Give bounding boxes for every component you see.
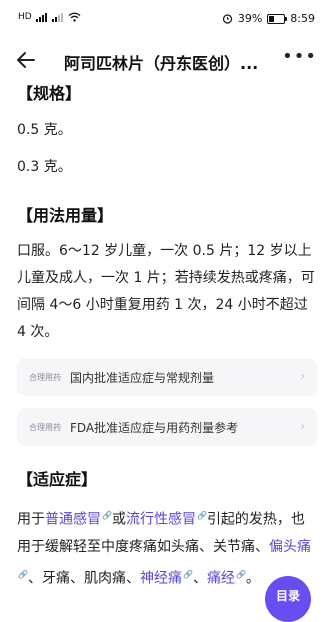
reference-card-fda[interactable]: 合理用药 FDA批准适应症与用药剂量参考 › [17,408,317,446]
reference-card-label: 国内批准适应症与常规剂量 [70,370,215,385]
link-common-cold[interactable]: 普通感冒 [45,512,101,528]
network-label: HD [18,12,32,22]
battery-fill [269,15,275,22]
section-title-indications: 【适应症】 [17,470,98,489]
indications-text-part: 用于 [17,511,45,528]
reference-card-label: FDA批准适应症与用药剂量参考 [70,420,239,435]
chevron-right-icon: › [300,419,305,433]
title-bar: 阿司匹林片（丹东医创）... ••• [0,40,331,82]
dosage-text: 口服。6～12 岁儿童，一次 0.5 片；12 岁以上儿童及成人，一次 1 片；… [17,243,315,340]
section-title-spec: 【规格】 [17,84,82,103]
chevron-right-icon: › [300,369,305,383]
link-icon: 🔗 [102,511,112,520]
dosage-section: 【用法用量】 口服。6～12 岁儿童，一次 0.5 片；12 岁以上儿童及成人，… [17,204,317,446]
rational-use-tag: 合理用药 [29,372,61,382]
link-dysmenorrhea[interactable]: 痛经 [207,570,235,586]
link-influenza[interactable]: 流行性感冒 [126,512,196,528]
battery-percent: 39% [237,12,263,25]
table-of-contents-button[interactable]: 目录 [265,576,311,622]
status-bar: HD 39% 8:59 [0,0,331,40]
indications-text: 用于普通感冒🔗或流行性感冒🔗引起的发热，也用于缓解轻至中度疼痛如头痛、关节痛、偏… [17,502,317,592]
drug-info-content: 【规格】 0.5 克。 0.3 克。 【用法用量】 口服。6～12 岁儿童，一次… [17,82,317,592]
page-title: 阿司匹林片（丹东医创）... [64,54,259,73]
status-right: 39% 8:59 [222,12,315,25]
indications-text-part: 、牙痛、肌肉痛、 [27,570,140,587]
battery-icon [267,13,288,24]
section-title-dosage: 【用法用量】 [17,206,114,225]
indications-text-part: 或 [111,511,126,528]
indications-section: 【适应症】 用于普通感冒🔗或流行性感冒🔗引起的发热，也用于缓解轻至中度疼痛如头痛… [17,468,317,592]
link-migraine[interactable]: 偏头痛 [269,539,311,555]
indications-text-part: 。 [245,570,260,587]
signal-icon-2 [51,12,63,22]
link-icon: 🔗 [182,569,193,579]
toc-button-label: 目录 [275,589,300,603]
clock: 8:59 [290,12,315,25]
alarm-icon [222,14,232,24]
reference-card-domestic[interactable]: 合理用药 国内批准适应症与常规剂量 › [17,358,317,396]
link-icon: 🔗 [235,569,246,579]
indications-text-part: 、 [192,570,207,587]
link-icon: 🔗 [196,511,207,520]
link-neuralgia[interactable]: 神经痛 [140,570,182,586]
rational-use-tag: 合理用药 [29,422,61,432]
more-options-icon[interactable]: ••• [282,46,317,67]
spec-item: 0.3 克。 [17,159,72,175]
link-icon: 🔗 [18,569,28,579]
wifi-icon [68,12,81,22]
spec-item: 0.5 克。 [17,122,72,138]
spec-section: 【规格】 0.5 克。 0.3 克。 [17,82,317,181]
status-left: HD [18,12,81,22]
back-arrow-icon[interactable] [14,48,38,72]
signal-icon [35,12,47,22]
